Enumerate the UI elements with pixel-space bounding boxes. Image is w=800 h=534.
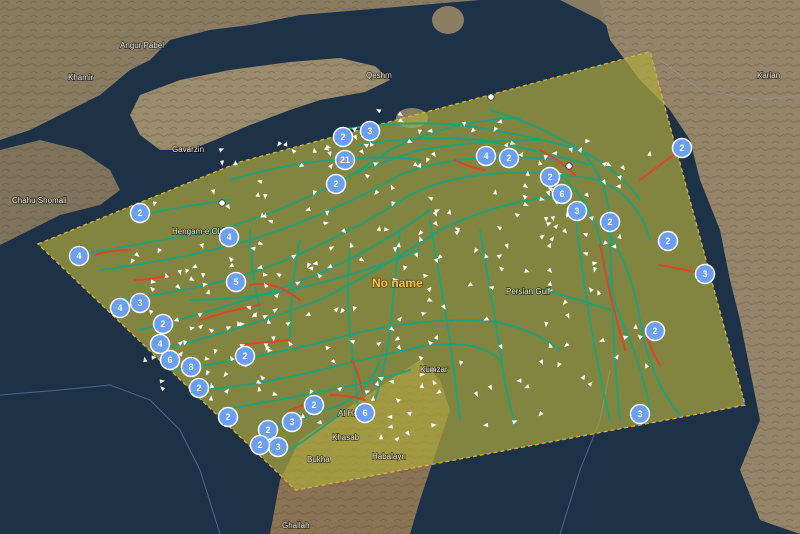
cluster-count: 3 [574,206,579,216]
cluster-bubble[interactable]: 3 [629,403,651,425]
cluster-count: 3 [275,442,280,452]
zone-label[interactable]: No name [371,275,424,291]
cluster-bubble[interactable]: 3 [359,120,381,142]
cluster-bubble[interactable]: 2 [188,377,210,399]
cluster-bubble[interactable]: 3 [281,411,303,433]
cluster-count: 2 [665,236,670,246]
cluster-bubble[interactable]: 2 [599,211,621,233]
cluster-bubble[interactable]: 2 [249,434,271,456]
cluster-count: 2 [652,326,657,336]
map-canvas[interactable]: Angur Pabel Khamir Qeshm Gavarzin Chahu … [0,0,800,534]
cluster-bubble[interactable]: 3 [566,200,588,222]
cluster-count: 2 [265,425,270,435]
cluster-count: 5 [233,277,238,287]
cluster-count: 4 [76,251,81,261]
place-label-angur-pabel: Angur Pabel [120,41,164,50]
cluster-count: 2 [196,383,201,393]
cluster-bubble[interactable]: 4 [475,145,497,167]
cluster-count: 4 [157,339,162,349]
cluster-bubble[interactable]: 3 [267,436,289,458]
place-label-ghallah: Ghallah [282,521,310,530]
cluster-count: 2 [333,179,338,189]
cluster-bubble[interactable]: 5 [225,271,247,293]
cluster-count: 3 [702,269,707,279]
cluster-bubble[interactable]: 3 [129,292,151,314]
cluster-count: 2 [547,172,552,182]
cluster-bubble[interactable]: 2 [539,166,561,188]
cluster-bubble[interactable]: 2 [129,202,151,224]
cluster-count: 2 [340,132,345,142]
cluster-count: 2 [257,440,262,450]
cluster-bubble[interactable]: 21 [334,149,356,171]
cluster-count: 2 [607,217,612,227]
cluster-count: 6 [167,355,172,365]
cluster-bubble[interactable]: 2 [234,345,256,367]
cluster-count: 2 [311,400,316,410]
cluster-count: 3 [637,409,642,419]
cluster-bubble[interactable]: 2 [498,147,520,169]
cluster-bubble[interactable]: 2 [671,137,693,159]
cluster-bubble[interactable]: 2 [332,126,354,148]
cluster-bubble[interactable]: 4 [218,226,240,248]
cluster-count: 2 [137,208,142,218]
cluster-count: 2 [679,143,684,153]
cluster-bubble[interactable]: 3 [694,263,716,285]
cluster-count: 4 [226,232,231,242]
cluster-bubble[interactable]: 8 [180,356,202,378]
cluster-count: 6 [559,189,564,199]
cluster-bubble[interactable]: 4 [109,297,131,319]
cluster-count: 3 [367,126,372,136]
cluster-count: 21 [340,155,350,165]
cluster-bubble[interactable]: 2 [644,320,666,342]
cluster-count: 2 [242,351,247,361]
cluster-count: 2 [225,412,230,422]
cluster-bubble[interactable]: 2 [657,230,679,252]
place-label-persian-gulf: Persian Gulf [506,287,551,296]
cluster-bubble[interactable]: 6 [354,402,376,424]
place-label-qeshm: Qeshm [366,71,392,80]
place-label-hengam: Hengam-e Old [172,227,224,236]
cluster-bubble[interactable]: 4 [68,245,90,267]
cluster-count: 4 [117,303,122,313]
cluster-bubble[interactable]: 6 [551,183,573,205]
place-label-gavarzin: Gavarzin [172,145,204,154]
cluster-bubble[interactable]: 2 [325,173,347,195]
place-label-habalayn: Habalayn [372,452,406,461]
position-dot[interactable] [218,199,226,207]
cluster-count: 4 [483,151,488,161]
cluster-count: 3 [137,298,142,308]
place-label-bukha: Bukha [307,455,330,464]
larak-island [432,6,464,34]
cluster-bubble[interactable]: 2 [217,406,239,428]
cluster-count: 8 [188,362,193,372]
cluster-bubble[interactable]: 2 [152,313,174,335]
position-dot[interactable] [487,93,495,101]
map-view[interactable]: Angur Pabel Khamir Qeshm Gavarzin Chahu … [0,0,800,534]
place-label-kumzar: Kumzar [420,365,448,374]
cluster-count: 6 [362,408,367,418]
position-dot[interactable] [565,162,573,170]
place-label-chahu-shomali: Chahu Shomali [12,196,67,205]
place-label-karian: Karian [757,71,780,80]
cluster-count: 2 [506,153,511,163]
cluster-count: 2 [160,319,165,329]
cluster-bubble[interactable]: 6 [159,349,181,371]
cluster-bubble[interactable]: 2 [303,394,325,416]
cluster-count: 3 [289,417,294,427]
place-label-khamir: Khamir [68,73,94,82]
place-label-khasab: Khasab [332,433,360,442]
